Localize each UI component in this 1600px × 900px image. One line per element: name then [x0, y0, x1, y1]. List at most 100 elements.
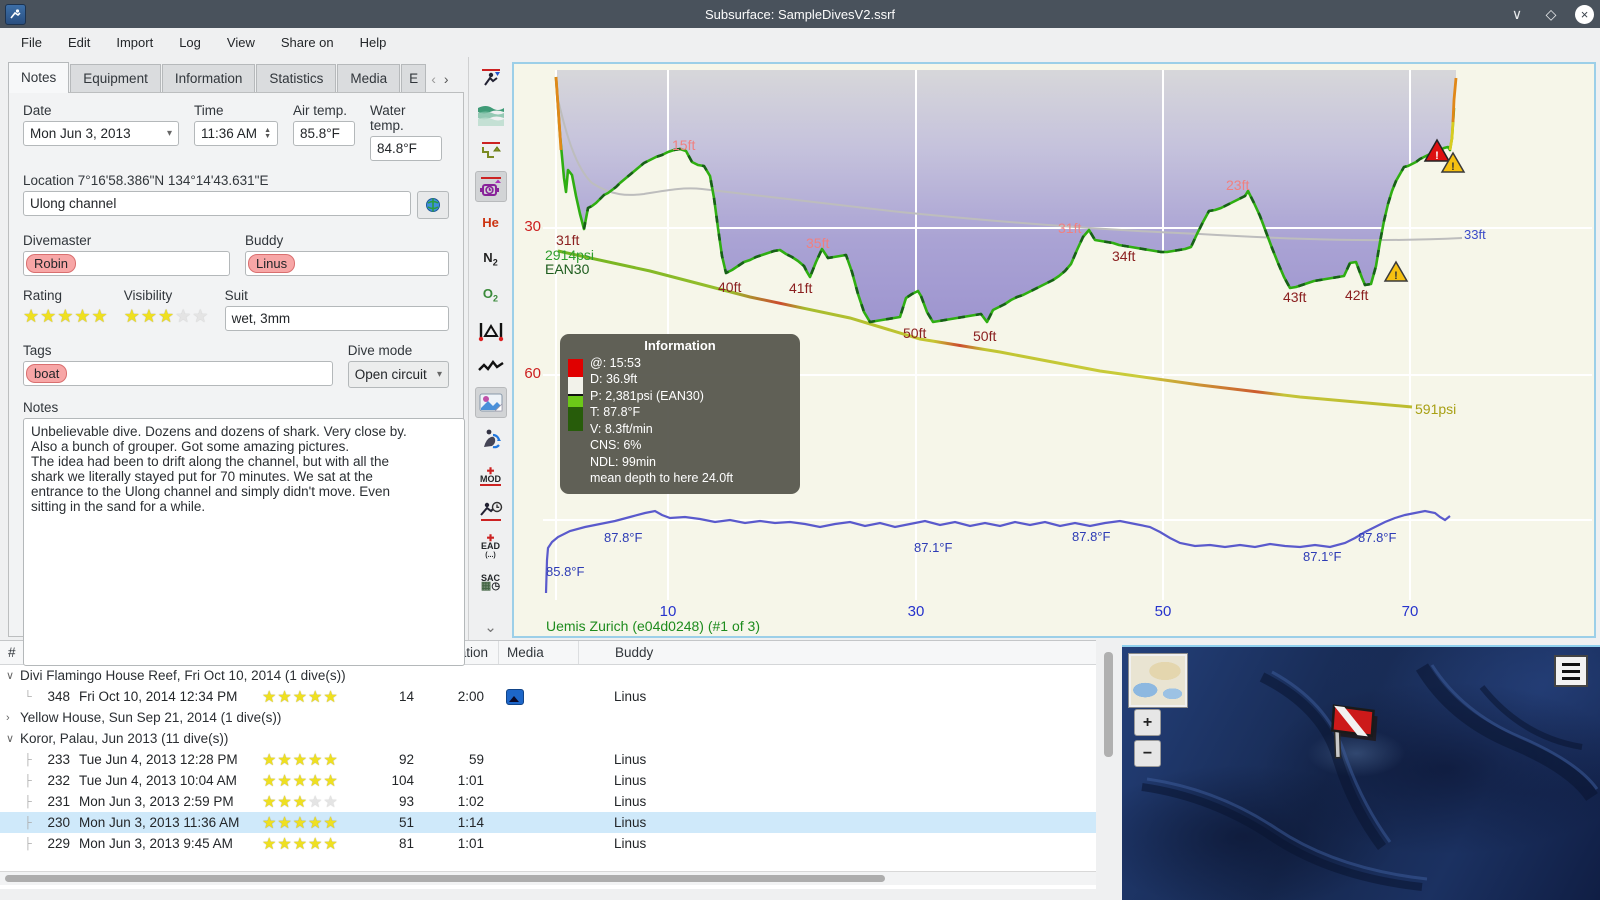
- nitrogen-graph-icon[interactable]: N2: [475, 243, 507, 274]
- map-menu-icon[interactable]: [1554, 655, 1588, 687]
- tab-information[interactable]: Information: [161, 64, 256, 93]
- photos-icon[interactable]: [474, 387, 507, 418]
- temp-label: 87.1°F: [1303, 549, 1342, 564]
- depth-label-deep: 31ft: [556, 232, 579, 248]
- oxygen-graph-icon[interactable]: O2: [475, 279, 507, 310]
- tooltip-row: @: 15:53: [590, 355, 641, 370]
- menu-view[interactable]: View: [214, 31, 268, 54]
- rating-stars[interactable]: ★★★★★: [23, 306, 109, 327]
- tags-input[interactable]: boat: [23, 361, 333, 386]
- tab-scroll-right-icon[interactable]: ›: [444, 71, 449, 87]
- col-buddy: Buddy: [578, 641, 1096, 664]
- globe-icon[interactable]: [417, 191, 449, 219]
- tab-notes[interactable]: Notes: [8, 62, 70, 93]
- dive-mode-combobox[interactable]: Open circuit ▾: [347, 361, 449, 388]
- scroll-down-icon[interactable]: ⌄: [484, 618, 497, 636]
- dc-reported-ceiling-icon[interactable]: [474, 171, 507, 202]
- depth-label-shallow: 15ft: [672, 137, 695, 153]
- divemaster-label: Divemaster: [23, 233, 92, 248]
- maximize-icon[interactable]: ◇: [1541, 6, 1561, 23]
- map-zoom-in-button[interactable]: +: [1134, 709, 1161, 736]
- trip-row[interactable]: ∨ Koror, Palau, Jun 2013 (11 dive(s)): [0, 728, 1096, 749]
- tab-media[interactable]: Media: [337, 64, 401, 93]
- temp-label: 87.8°F: [604, 530, 643, 545]
- deco-time-icon[interactable]: [475, 495, 507, 526]
- mod-icon[interactable]: ✚ MOD: [475, 459, 507, 490]
- depth-label-deep: 34ft: [1112, 248, 1135, 264]
- dive-row[interactable]: ├ 229 Mon Jun 3, 2013 9:45 AM ★★★★★ 81 1:0…: [0, 833, 1096, 854]
- menu-edit[interactable]: Edit: [55, 31, 103, 54]
- dive-site-map[interactable]: + −: [1122, 645, 1600, 900]
- vertical-scrollbar[interactable]: [1096, 640, 1122, 888]
- heart-rate-icon[interactable]: [475, 351, 507, 382]
- subsurface-window: Subsurface: SampleDivesV2.ssrf ∨ ◇ × Fil…: [0, 0, 1600, 900]
- menu-log[interactable]: Log: [166, 31, 214, 54]
- visibility-stars[interactable]: ★★★★★: [124, 306, 210, 327]
- ceiling-waves-icon[interactable]: [475, 99, 507, 130]
- water-temp-field[interactable]: 84.8°F: [370, 136, 442, 161]
- chevron-down-icon: ▾: [436, 369, 442, 380]
- dive-profile-chart[interactable]: ! ! ! 15ft 35ft 31ft 23ft 31ft 40ft 41ft…: [512, 62, 1596, 638]
- dive-computer-selector-icon[interactable]: [475, 63, 507, 94]
- divemaster-input[interactable]: Robin: [23, 251, 230, 276]
- menu-share-on[interactable]: Share on: [268, 31, 347, 54]
- svg-text:!: !: [1451, 161, 1455, 173]
- svg-text:!: !: [1435, 150, 1439, 162]
- menu-import[interactable]: Import: [103, 31, 166, 54]
- minimize-icon[interactable]: ∨: [1507, 6, 1527, 23]
- dive-row-selected[interactable]: ├ 230 Mon Jun 3, 2013 11:36 AM ★★★★★ 51 1:…: [0, 812, 1096, 833]
- tooltip-row: CNS: 6%: [590, 438, 642, 452]
- tooltip-row: NDL: 99min: [590, 454, 656, 469]
- close-icon[interactable]: ×: [1575, 4, 1594, 24]
- map-zoom-out-button[interactable]: −: [1134, 740, 1161, 767]
- location-label: Location 7°16'58.386"N 134°14'43.631"E: [23, 173, 269, 188]
- buddy-input[interactable]: Linus: [245, 251, 449, 276]
- information-tooltip[interactable]: Information @: 15:53 D: 36.9ft P: 2,381p…: [560, 334, 800, 494]
- tags-label: Tags: [23, 343, 52, 358]
- x-tick-50: 50: [1155, 603, 1172, 620]
- warning-icon[interactable]: !: [1383, 260, 1409, 282]
- buddy-label: Buddy: [245, 233, 284, 248]
- suit-input[interactable]: wet, 3mm: [224, 306, 449, 331]
- menu-help[interactable]: Help: [347, 31, 400, 54]
- tooltip-row: V: 8.3ft/min: [590, 421, 653, 436]
- depth-label-deep: 40ft: [718, 279, 741, 295]
- ead-icon[interactable]: ✚ EAD (...): [475, 531, 507, 562]
- notes-label: Notes: [23, 400, 59, 415]
- overview-minimap[interactable]: [1128, 653, 1188, 708]
- chevron-down-icon: ▾: [166, 128, 172, 139]
- tooltip-legend-strip: [568, 359, 583, 431]
- dive-row[interactable]: └ 348 Fri Oct 10, 2014 12:34 PM ★★★★★ 14 2…: [0, 686, 1096, 707]
- tab-extra-info[interactable]: E: [401, 64, 427, 93]
- col-number: #: [8, 645, 16, 660]
- rebreather-icon[interactable]: [475, 423, 507, 454]
- horizontal-scrollbar[interactable]: [0, 871, 1096, 885]
- ruler-icon[interactable]: [475, 315, 507, 346]
- dive-row[interactable]: ├ 231 Mon Jun 3, 2013 2:59 PM ★★★★★ 93 1:0…: [0, 791, 1096, 812]
- chevron-down-icon: ∨: [6, 670, 15, 682]
- notes-panel: Date Mon Jun 3, 2013 ▾ Time 11:36 AM ▲ ▼ Ai…: [8, 92, 465, 666]
- calculated-ceiling-icon[interactable]: [475, 135, 507, 166]
- rating-label: Rating: [23, 288, 63, 303]
- dive-computer-caption: Uemis Zurich (e04d0248) (#1 of 3): [546, 618, 760, 634]
- notes-textarea[interactable]: Unbelievable dive. Dozens and dozens of …: [23, 418, 465, 666]
- seafloor-ridges: [1141, 663, 1599, 891]
- sac-icon[interactable]: SAC ▦◷: [475, 567, 507, 598]
- dive-flag-marker[interactable]: [1314, 689, 1392, 770]
- dive-row[interactable]: ├ 233 Tue Jun 4, 2013 12:28 PM ★★★★★ 92 59…: [0, 749, 1096, 770]
- air-temp-field[interactable]: 85.8°F: [293, 121, 355, 146]
- trip-row[interactable]: › Yellow House, Sun Sep 21, 2014 (1 dive…: [0, 707, 1096, 728]
- tab-equipment[interactable]: Equipment: [70, 64, 161, 93]
- helium-graph-icon[interactable]: He: [475, 207, 507, 238]
- suit-label: Suit: [224, 288, 248, 303]
- tab-statistics[interactable]: Statistics: [256, 64, 337, 93]
- time-spinbox[interactable]: 11:36 AM ▲ ▼: [194, 121, 278, 146]
- dive-row[interactable]: ├ 232 Tue Jun 4, 2013 10:04 AM ★★★★★ 104 1…: [0, 770, 1096, 791]
- date-combobox[interactable]: Mon Jun 3, 2013 ▾: [23, 121, 179, 146]
- menu-file[interactable]: File: [8, 31, 55, 54]
- tab-scroll-left-icon[interactable]: ‹: [431, 71, 436, 87]
- title-bar: Subsurface: SampleDivesV2.ssrf ∨ ◇ ×: [0, 0, 1600, 28]
- rating-stars: ★★★★★: [262, 814, 339, 832]
- location-input[interactable]: Ulong channel: [23, 191, 412, 216]
- chevron-down-icon: ∨: [6, 733, 15, 745]
